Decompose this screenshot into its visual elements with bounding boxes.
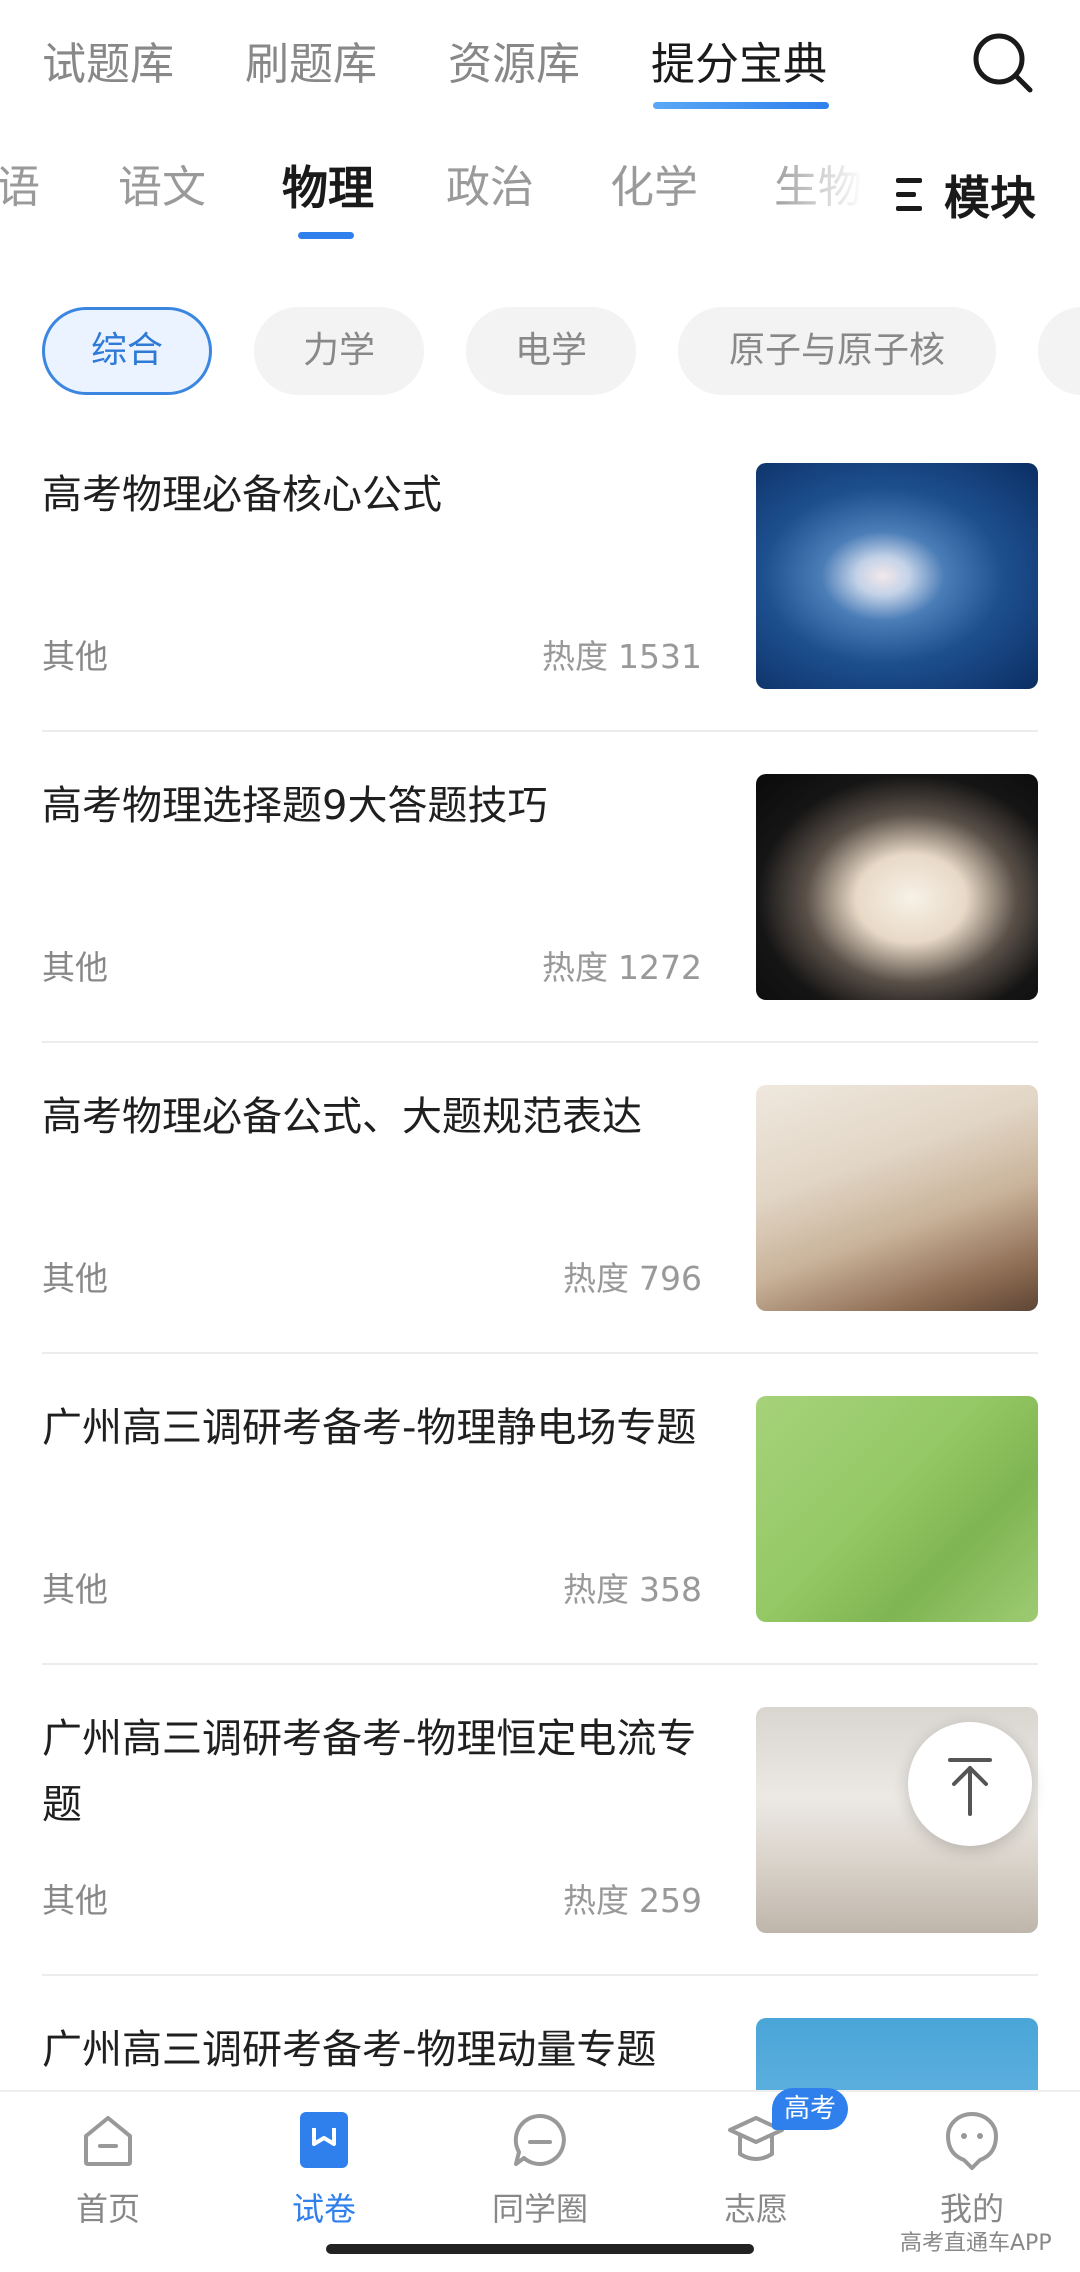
heat-label: 热度 — [542, 637, 609, 676]
chip-atom[interactable]: 原子与原子核 — [678, 307, 996, 395]
tab-question-bank[interactable]: 试题库 — [42, 30, 174, 100]
divider — [42, 1663, 1038, 1665]
article-thumbnail — [756, 774, 1038, 1000]
heat-value: 796 — [639, 1259, 702, 1298]
subject-tab-chinese[interactable]: 语文 — [118, 158, 206, 218]
subject-tab-english[interactable]: 语 — [0, 158, 40, 218]
article-title: 广州高三调研考备考-物理动量专题 — [42, 2027, 657, 2073]
article-title: 高考物理必备核心公式 — [42, 472, 442, 518]
watermark: 高考直通车APP — [900, 2231, 1052, 2256]
tab-resource-bank[interactable]: 资源库 — [448, 30, 580, 100]
heat-label: 热度 — [542, 948, 609, 987]
nav-papers[interactable]: 试卷 — [244, 2110, 404, 2230]
heat-label: 热度 — [563, 1570, 629, 1609]
nav-profile[interactable]: 我的 — [892, 2110, 1052, 2230]
nav-home-label: 首页 — [75, 2190, 140, 2228]
article-heat: 热度 259 — [563, 1874, 702, 1922]
nav-classmates-label: 同学圈 — [491, 2190, 588, 2228]
profile-icon — [946, 2112, 998, 2170]
heat-value: 259 — [639, 1881, 702, 1920]
nav-aspiration-label: 志愿 — [723, 2190, 788, 2228]
module-button[interactable]: 模块 — [880, 140, 1080, 250]
heat-value: 1531 — [618, 637, 702, 676]
heat-label: 热度 — [563, 1259, 629, 1298]
nav-classmates[interactable]: 同学圈 — [460, 2110, 620, 2230]
chat-icon — [513, 2113, 566, 2166]
home-indicator[interactable] — [326, 2244, 754, 2254]
nav-papers-label: 试卷 — [291, 2190, 356, 2228]
search-icon[interactable] — [968, 28, 1038, 98]
article-title: 广州高三调研考备考-物理恒定电流专题 — [42, 1716, 697, 1828]
top-tab-bar: 试题库 刷题库 资源库 提分宝典 — [0, 0, 1080, 130]
heat-value: 358 — [639, 1570, 702, 1609]
nav-home[interactable]: 首页 — [28, 2110, 188, 2230]
divider — [42, 1974, 1038, 1976]
article-category: 其他 — [42, 1259, 108, 1298]
article-card[interactable]: 广州高三调研考备考-物理恒定电流专题 其他 热度 259 — [42, 1694, 1038, 2005]
paper-icon — [300, 2112, 348, 2168]
article-heat: 热度 358 — [563, 1563, 702, 1611]
chip-electricity[interactable]: 电学 — [466, 307, 636, 395]
article-card[interactable]: 广州高三调研考备考-物理静电场专题 其他 热度 358 — [42, 1383, 1038, 1694]
article-heat: 热度 796 — [563, 1252, 702, 1300]
chip-general[interactable]: 综合 — [42, 307, 212, 395]
article-thumbnail — [756, 463, 1038, 689]
heat-label: 热度 — [563, 1881, 629, 1920]
back-to-top-button[interactable] — [908, 1722, 1032, 1846]
subject-tab-politics[interactable]: 政治 — [446, 158, 534, 218]
article-card[interactable]: 高考物理必备公式、大题规范表达 其他 热度 796 — [42, 1072, 1038, 1383]
active-tab-indicator — [653, 102, 829, 109]
article-category: 其他 — [42, 948, 108, 987]
subject-tab-physics[interactable]: 物理 — [282, 158, 374, 218]
article-category: 其他 — [42, 1881, 108, 1920]
chip-mechanics[interactable]: 力学 — [254, 307, 424, 395]
article-title: 高考物理必备公式、大题规范表达 — [42, 1094, 642, 1140]
heat-value: 1272 — [618, 948, 702, 987]
home-icon — [84, 2116, 132, 2166]
arrow-up-icon — [948, 1758, 992, 1816]
tab-fade — [770, 140, 880, 250]
article-title: 广州高三调研考备考-物理静电场专题 — [42, 1405, 697, 1451]
article-category: 其他 — [42, 637, 108, 676]
article-card[interactable]: 高考物理选择题9大答题技巧 其他 热度 1272 — [42, 761, 1038, 1072]
article-heat: 热度 1531 — [542, 630, 702, 678]
chip-more[interactable] — [1038, 307, 1080, 395]
gaokao-badge: 高考 — [772, 2088, 849, 2130]
nav-profile-label: 我的 — [939, 2190, 1004, 2228]
subject-tab-chemistry[interactable]: 化学 — [610, 158, 698, 218]
divider — [42, 1352, 1038, 1354]
article-title: 高考物理选择题9大答题技巧 — [42, 783, 548, 829]
subject-tab-bar: 语 语文 物理 政治 化学 生物 模块 — [0, 140, 1080, 250]
tab-score-guide[interactable]: 提分宝典 — [651, 30, 827, 100]
subject-active-indicator — [298, 232, 354, 239]
article-category: 其他 — [42, 1570, 108, 1609]
module-label: 模块 — [944, 171, 1036, 225]
menu-icon — [896, 178, 926, 212]
tab-practice-bank[interactable]: 刷题库 — [245, 30, 377, 100]
article-heat: 热度 1272 — [542, 941, 702, 989]
article-thumbnail — [756, 1085, 1038, 1311]
article-card[interactable]: 高考物理必备核心公式 其他 热度 1531 — [42, 450, 1038, 761]
divider — [42, 1041, 1038, 1043]
category-chips: 综合 力学 电学 原子与原子核 — [0, 305, 1080, 400]
article-thumbnail — [756, 1396, 1038, 1622]
divider — [42, 730, 1038, 732]
